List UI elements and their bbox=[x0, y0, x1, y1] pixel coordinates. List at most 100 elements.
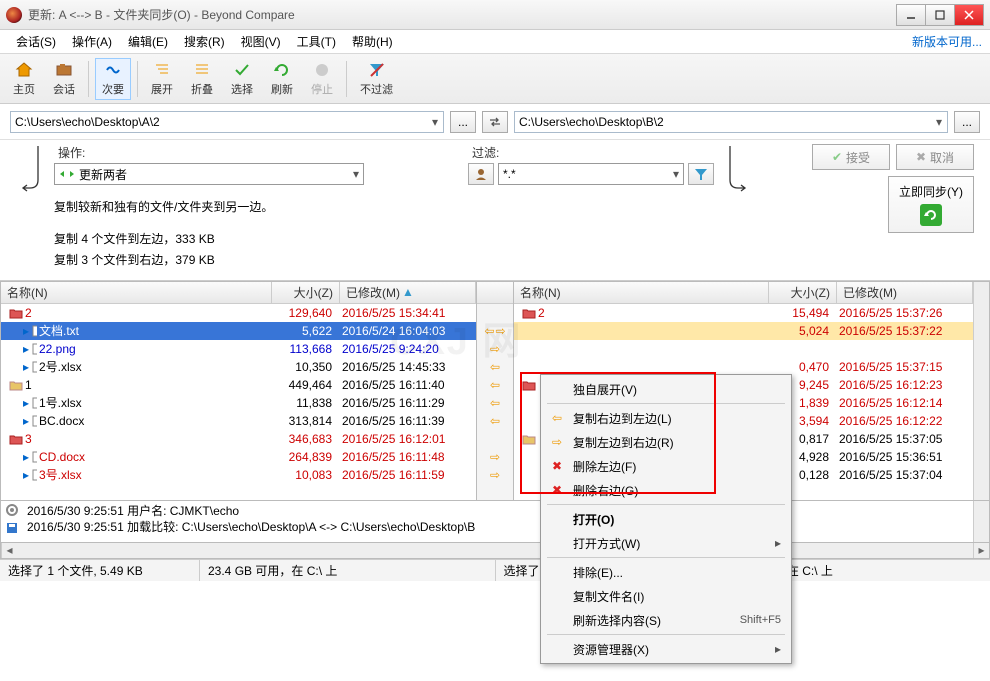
file-row[interactable]: ▸文档.txt5,6222016/5/24 16:04:03 bbox=[1, 322, 476, 340]
x-icon: ✖ bbox=[547, 483, 567, 497]
desc-line: 复制较新和独有的文件/文件夹到另一边。 bbox=[54, 197, 364, 219]
ctx-open-with[interactable]: 打开方式(W)▸ bbox=[543, 531, 789, 555]
person-icon bbox=[474, 167, 488, 181]
col-name[interactable]: 名称(N) bbox=[1, 282, 272, 303]
right-path-input[interactable]: ▾ bbox=[514, 111, 948, 133]
filter-combo[interactable]: *.*▾ bbox=[498, 163, 684, 185]
menu-tools[interactable]: 工具(T) bbox=[289, 30, 344, 53]
filter-preset-button[interactable] bbox=[468, 163, 494, 185]
save-icon[interactable] bbox=[5, 521, 19, 535]
refresh-button[interactable]: 刷新 bbox=[264, 58, 300, 100]
col-mod[interactable]: 已修改(M) bbox=[837, 282, 973, 303]
menu-view[interactable]: 视图(V) bbox=[233, 30, 289, 53]
mid-arrow: ⇨ bbox=[477, 340, 513, 358]
action-label: 操作: bbox=[58, 144, 364, 161]
file-row[interactable]: 1449,4642016/5/25 16:11:40 bbox=[1, 376, 476, 394]
status-bar: 选择了 1 个文件, 5.49 KB 23.4 GB 可用，在 C:\ 上 选择… bbox=[0, 559, 990, 581]
stop-button: 停止 bbox=[304, 58, 340, 100]
close-button[interactable] bbox=[954, 4, 984, 26]
collapse-button[interactable]: 折叠 bbox=[184, 58, 220, 100]
scrollbar[interactable] bbox=[973, 501, 989, 542]
file-row[interactable]: 5,0242016/5/25 15:37:22 bbox=[514, 322, 973, 340]
select-button[interactable]: 选择 bbox=[224, 58, 260, 100]
col-mod[interactable]: 已修改(M)▲ bbox=[340, 282, 476, 303]
new-version-link[interactable]: 新版本可用... bbox=[912, 33, 982, 50]
gear-icon[interactable] bbox=[5, 503, 19, 517]
sync-icon bbox=[920, 204, 942, 226]
mid-arrow: ⇨ bbox=[477, 466, 513, 484]
ctx-copy-lr[interactable]: ⇨复制左边到右边(R) bbox=[543, 430, 789, 454]
left-browse-button[interactable]: ... bbox=[450, 111, 476, 133]
mid-column: ⇦⇨⇨⇦⇦⇦⇦⇨⇨ bbox=[477, 281, 513, 501]
ctx-refresh-sel[interactable]: 刷新选择内容(S)Shift+F5 bbox=[543, 608, 789, 632]
mid-arrow: ⇦ bbox=[477, 394, 513, 412]
col-name[interactable]: 名称(N) bbox=[514, 282, 769, 303]
menu-edit[interactable]: 编辑(E) bbox=[120, 30, 176, 53]
minor-button[interactable]: 次要 bbox=[95, 58, 131, 100]
window-title: 更新: A <--> B - 文件夹同步(O) - Beyond Compare bbox=[28, 6, 897, 23]
ctx-del-l[interactable]: ✖删除左边(F) bbox=[543, 454, 789, 478]
menu-bar: 会话(S) 操作(A) 编辑(E) 搜索(R) 视图(V) 工具(T) 帮助(H… bbox=[0, 30, 990, 54]
cancel-button[interactable]: ✖取消 bbox=[896, 144, 974, 170]
x-icon: ✖ bbox=[547, 459, 567, 473]
arrow-right-icon: ⇨ bbox=[547, 435, 567, 449]
maximize-button[interactable] bbox=[925, 4, 955, 26]
status-left-disk: 23.4 GB 可用，在 C:\ 上 bbox=[200, 560, 496, 581]
menu-help[interactable]: 帮助(H) bbox=[344, 30, 401, 53]
mid-arrow bbox=[477, 304, 513, 322]
right-browse-button[interactable]: ... bbox=[954, 111, 980, 133]
file-row[interactable] bbox=[514, 340, 973, 358]
home-button[interactable]: 主页 bbox=[6, 58, 42, 100]
mid-arrow: ⇦ bbox=[477, 412, 513, 430]
file-row[interactable]: ▸1号.xlsx11,8382016/5/25 16:11:29 bbox=[1, 394, 476, 412]
ctx-explorer[interactable]: 资源管理器(X)▸ bbox=[543, 637, 789, 661]
h-scrollbar[interactable]: ◂▸ bbox=[0, 543, 990, 559]
ctx-open[interactable]: 打开(O) bbox=[543, 507, 789, 531]
file-row[interactable]: 215,4942016/5/25 15:37:26 bbox=[514, 304, 973, 322]
ctx-copy-rl[interactable]: ⇦复制右边到左边(L) bbox=[543, 406, 789, 430]
sync-icon bbox=[59, 168, 75, 180]
swap-button[interactable] bbox=[482, 111, 508, 133]
menu-session[interactable]: 会话(S) bbox=[8, 30, 64, 53]
file-row[interactable]: ▸BC.docx313,8142016/5/25 16:11:39 bbox=[1, 412, 476, 430]
file-row[interactable]: ▸CD.docx264,8392016/5/25 16:11:48 bbox=[1, 448, 476, 466]
menu-actions[interactable]: 操作(A) bbox=[64, 30, 120, 53]
ctx-isolate[interactable]: 独自展开(V) bbox=[543, 377, 789, 401]
chevron-down-icon[interactable]: ▾ bbox=[931, 115, 947, 129]
chevron-down-icon[interactable]: ▾ bbox=[427, 115, 443, 129]
expand-button[interactable]: 展开 bbox=[144, 58, 180, 100]
minimize-button[interactable] bbox=[896, 4, 926, 26]
mid-arrow: ⇦ bbox=[477, 376, 513, 394]
action-combo[interactable]: 更新两者▾ bbox=[54, 163, 364, 185]
file-panes: 名称(N) 大小(Z) 已修改(M)▲ 2129,6402016/5/25 15… bbox=[0, 281, 990, 501]
col-size[interactable]: 大小(Z) bbox=[272, 282, 340, 303]
title-bar: 更新: A <--> B - 文件夹同步(O) - Beyond Compare bbox=[0, 0, 990, 30]
log-line: 2016/5/30 9:25:51 用户名: CJMKT\echo bbox=[27, 503, 969, 519]
toolbar: 主页 会话 次要 展开 折叠 选择 刷新 停止 不过滤 bbox=[0, 54, 990, 104]
scrollbar[interactable] bbox=[973, 282, 989, 500]
file-row[interactable]: 2129,6402016/5/25 15:34:41 bbox=[1, 304, 476, 322]
ctx-del-r[interactable]: ✖删除右边(G) bbox=[543, 478, 789, 502]
filter-button[interactable] bbox=[688, 163, 714, 185]
file-row[interactable]: ▸22.png113,6682016/5/25 9:24:20 bbox=[1, 340, 476, 358]
file-row[interactable]: ▸3号.xlsx10,0832016/5/25 16:11:59 bbox=[1, 466, 476, 484]
left-path-input[interactable]: ▾ bbox=[10, 111, 444, 133]
desc-line: 复制 3 个文件到右边，379 KB bbox=[54, 250, 364, 272]
context-menu: 独自展开(V) ⇦复制右边到左边(L) ⇨复制左边到右边(R) ✖删除左边(F)… bbox=[540, 374, 792, 664]
accept-button[interactable]: ✔接受 bbox=[812, 144, 890, 170]
menu-search[interactable]: 搜索(R) bbox=[176, 30, 233, 53]
col-size[interactable]: 大小(Z) bbox=[769, 282, 837, 303]
file-row[interactable]: 3346,6832016/5/25 16:12:01 bbox=[1, 430, 476, 448]
file-row[interactable]: ▸2号.xlsx10,3502016/5/25 14:45:33 bbox=[1, 358, 476, 376]
mid-arrow: ⇦⇨ bbox=[477, 322, 513, 340]
path-row: ▾ ... ▾ ... bbox=[0, 104, 990, 140]
ctx-exclude[interactable]: 排除(E)... bbox=[543, 560, 789, 584]
app-icon bbox=[6, 7, 22, 23]
nofilter-button[interactable]: 不过滤 bbox=[353, 58, 400, 100]
status-left-sel: 选择了 1 个文件, 5.49 KB bbox=[0, 560, 200, 581]
ctx-copy-name[interactable]: 复制文件名(I) bbox=[543, 584, 789, 608]
session-button[interactable]: 会话 bbox=[46, 58, 82, 100]
mid-arrow bbox=[477, 430, 513, 448]
sync-now-button[interactable]: 立即同步(Y) bbox=[888, 176, 974, 233]
log-area: 2016/5/30 9:25:51 用户名: CJMKT\echo 2016/5… bbox=[0, 501, 990, 543]
